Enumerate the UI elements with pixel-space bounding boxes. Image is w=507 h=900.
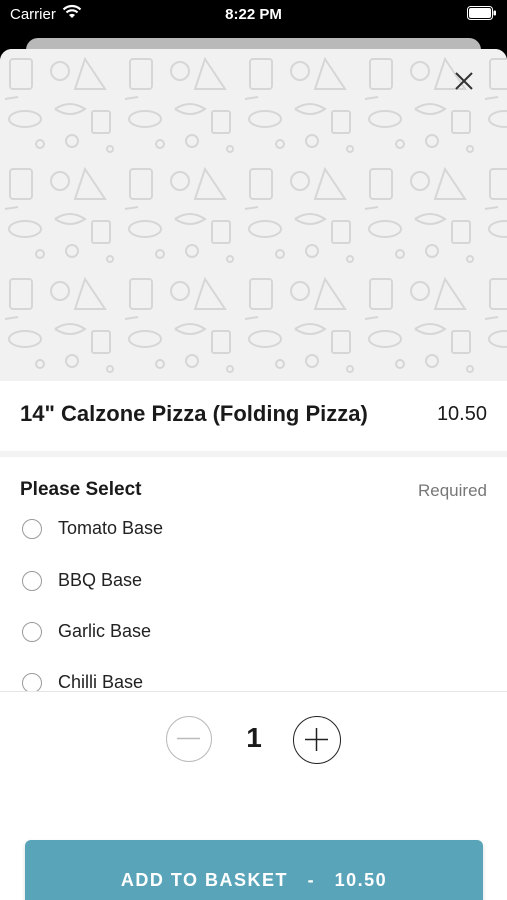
status-time: 8:22 PM <box>225 6 282 23</box>
item-image <box>0 49 507 381</box>
item-header: 14" Calzone Pizza (Folding Pizza) 10.50 <box>0 381 507 451</box>
required-label: Required <box>418 481 487 500</box>
option-bbq-base[interactable]: BBQ Base <box>20 567 480 597</box>
add-to-basket-label: ADD TO BASKET <box>120 870 289 890</box>
option-label: Tomato Base <box>58 518 164 538</box>
options-title: Please Select <box>20 479 142 500</box>
order-controls: 1 ADD TO BASKET - 10.50 <box>0 691 507 900</box>
minus-icon <box>177 737 200 740</box>
option-chilli-base[interactable]: Chilli Base <box>20 669 480 691</box>
option-label: Chilli Base <box>58 672 144 691</box>
close-icon[interactable] <box>451 68 477 94</box>
radio-button[interactable] <box>22 673 42 691</box>
food-doodle-pattern <box>0 49 507 381</box>
option-tomato-base[interactable]: Tomato Base <box>20 515 480 545</box>
option-garlic-base[interactable]: Garlic Base <box>20 618 480 648</box>
quantity-value: 1 <box>246 722 262 753</box>
plus-icon <box>305 728 328 751</box>
radio-button[interactable] <box>22 519 42 539</box>
add-to-basket-text: ADD TO BASKET - 10.50 <box>25 840 483 900</box>
quantity-increase-button[interactable] <box>293 716 341 764</box>
quantity-decrease-button[interactable] <box>166 716 212 762</box>
item-price: 10.50 <box>436 403 487 425</box>
item-name: 14" Calzone Pizza (Folding Pizza) <box>20 401 368 426</box>
option-label: Garlic Base <box>58 621 152 641</box>
add-to-basket-separator: - <box>307 870 316 890</box>
item-detail-sheet: 14" Calzone Pizza (Folding Pizza) 10.50 … <box>0 49 507 900</box>
radio-button[interactable] <box>22 571 42 591</box>
radio-button[interactable] <box>22 622 42 642</box>
status-bar: Carrier 8:22 PM <box>0 0 507 30</box>
options-section: Please Select Required Tomato Base BBQ B… <box>0 457 507 691</box>
add-to-basket-button[interactable]: ADD TO BASKET - 10.50 <box>25 840 483 900</box>
add-to-basket-price: 10.50 <box>334 870 388 890</box>
battery-icon <box>467 6 496 20</box>
option-label: BBQ Base <box>58 570 143 590</box>
